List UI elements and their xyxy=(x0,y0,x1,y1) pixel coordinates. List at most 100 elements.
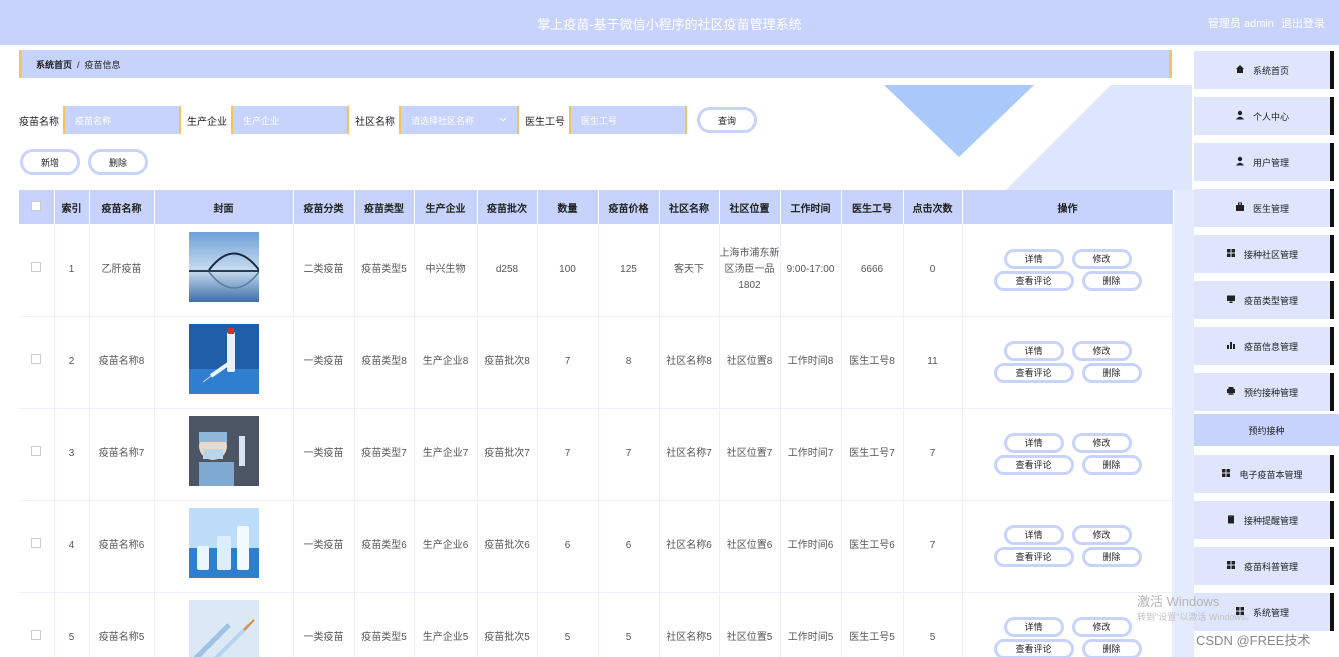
cell-doctor: 医生工号5 xyxy=(841,592,904,657)
breadcrumb-current: 疫苗信息 xyxy=(84,60,121,70)
cell-qty: 100 xyxy=(537,224,599,317)
sidebar-item-6[interactable]: 疫苗信息管理 xyxy=(1194,327,1334,365)
sidebar-item-2[interactable]: 用户管理 xyxy=(1194,143,1334,181)
row-checkbox[interactable] xyxy=(31,261,42,272)
breadcrumb-home[interactable]: 系统首页 xyxy=(36,60,72,70)
sidebar-subitem-appointment[interactable]: 预约接种 xyxy=(1194,414,1339,446)
detail-button[interactable]: 详情 xyxy=(1003,433,1064,453)
community-label: 社区名称 xyxy=(355,116,395,128)
cell-clicks: 11 xyxy=(903,316,963,409)
top-header: 掌上疫苗-基于微信小程序的社区疫苗管理系统 管理员 admin 退出登录 xyxy=(0,0,1339,45)
row-select-cell xyxy=(19,408,55,501)
cell-company: 生产企业8 xyxy=(414,316,478,409)
sidebar-item-label: 接种社区管理 xyxy=(1243,249,1298,260)
sidebar-item-4[interactable]: 接种社区管理 xyxy=(1194,235,1334,273)
row-checkbox[interactable] xyxy=(31,538,42,548)
sidebar-item-1[interactable]: 个人中心 xyxy=(1194,97,1334,135)
sidebar-item-0[interactable]: 系统首页 xyxy=(1194,51,1334,89)
cell-worktime: 工作时间6 xyxy=(780,500,842,593)
detail-button[interactable]: 详情 xyxy=(1003,525,1064,545)
detail-button[interactable]: 详情 xyxy=(1003,341,1064,361)
operations-cell: 详情 修改 查看评论 删除 xyxy=(962,316,1174,409)
column-header: 操作 xyxy=(962,190,1174,224)
cell-category: 一类疫苗 xyxy=(293,316,355,409)
breadcrumb-separator: / xyxy=(77,60,80,70)
detail-button[interactable]: 详情 xyxy=(1003,617,1064,637)
add-button[interactable]: 新增 xyxy=(20,149,80,175)
delete-selected-button[interactable]: 删除 xyxy=(88,149,148,175)
action-bar: 新增 删除 xyxy=(20,149,148,175)
view-comments-button[interactable]: 查看评论 xyxy=(993,547,1074,567)
delete-row-button[interactable]: 删除 xyxy=(1081,455,1142,475)
cell-company: 生产企业7 xyxy=(414,408,478,501)
column-header: 社区位置 xyxy=(719,190,781,224)
sidebar-item-label: 疫苗科普管理 xyxy=(1243,561,1298,572)
cell-location: 社区位置5 xyxy=(719,592,781,657)
cell-community: 社区名称7 xyxy=(659,408,720,501)
cell-clicks: 0 xyxy=(903,224,963,317)
edit-button[interactable]: 修改 xyxy=(1071,433,1132,453)
delete-row-button[interactable]: 删除 xyxy=(1081,547,1142,567)
column-header: 疫苗名称 xyxy=(89,190,155,224)
edit-button[interactable]: 修改 xyxy=(1071,248,1132,269)
grid-icon xyxy=(1226,248,1244,260)
vaccine-name-input[interactable]: 疫苗名称 xyxy=(63,106,181,134)
vaccine-cover-image xyxy=(188,508,259,581)
operations-cell: 详情 修改 查看评论 删除 xyxy=(962,500,1174,593)
cell-doctor: 医生工号6 xyxy=(841,500,904,593)
row-checkbox[interactable] xyxy=(31,630,42,640)
company-input[interactable]: 生产企业 xyxy=(231,106,349,134)
sidebar-item-10[interactable]: 疫苗科普管理 xyxy=(1194,547,1334,585)
row-checkbox[interactable] xyxy=(31,354,42,364)
column-header: 生产企业 xyxy=(414,190,478,224)
current-user: 管理员 admin xyxy=(1207,18,1274,30)
user-info: 管理员 admin 退出登录 xyxy=(1204,15,1325,31)
view-comments-button[interactable]: 查看评论 xyxy=(993,455,1074,475)
app-title: 掌上疫苗-基于微信小程序的社区疫苗管理系统 xyxy=(537,17,802,32)
search-bar: 疫苗名称 疫苗名称 生产企业 生产企业 社区名称 请选择社区名称 医生工号 医生… xyxy=(19,106,757,134)
query-button[interactable]: 查询 xyxy=(697,107,757,133)
delete-row-button[interactable]: 删除 xyxy=(1081,270,1142,291)
cell-category: 一类疫苗 xyxy=(293,408,355,501)
detail-button[interactable]: 详情 xyxy=(1003,248,1064,269)
select-all-checkbox[interactable] xyxy=(31,200,42,211)
edit-button[interactable]: 修改 xyxy=(1071,525,1132,545)
delete-row-button[interactable]: 删除 xyxy=(1081,363,1142,383)
csdn-watermark: CSDN @FREE技术 xyxy=(1196,633,1311,648)
sidebar-item-label: 电子疫苗本管理 xyxy=(1239,469,1303,480)
row-checkbox[interactable] xyxy=(31,446,42,456)
user-icon xyxy=(1235,156,1253,168)
cell-name: 疫苗名称5 xyxy=(89,592,155,657)
doctor-id-input[interactable]: 医生工号 xyxy=(569,106,687,134)
sidebar-item-5[interactable]: 疫苗类型管理 xyxy=(1194,281,1334,319)
decorative-triangle xyxy=(884,85,1034,157)
cell-doctor: 医生工号7 xyxy=(841,408,904,501)
view-comments-button[interactable]: 查看评论 xyxy=(993,270,1074,291)
edit-button[interactable]: 修改 xyxy=(1071,617,1132,637)
delete-row-button[interactable]: 删除 xyxy=(1081,639,1142,657)
sidebar-menu: 系统首页个人中心用户管理医生管理接种社区管理疫苗类型管理 疫苗信息管理预约接种管理… xyxy=(1194,48,1339,657)
community-select[interactable]: 请选择社区名称 xyxy=(399,106,519,134)
sidebar-item-3[interactable]: 医生管理 xyxy=(1194,189,1334,227)
view-comments-button[interactable]: 查看评论 xyxy=(993,363,1074,383)
breadcrumb: 系统首页 / 疫苗信息 xyxy=(19,50,1172,78)
cell-doctor: 医生工号8 xyxy=(841,316,904,409)
cover-cell xyxy=(154,500,294,593)
sidebar-item-7[interactable]: 预约接种管理 xyxy=(1194,373,1334,411)
logout-link[interactable]: 退出登录 xyxy=(1281,18,1325,30)
column-header: 点击次数 xyxy=(903,190,963,224)
edit-button[interactable]: 修改 xyxy=(1071,341,1132,361)
cell-community: 社区名称6 xyxy=(659,500,720,593)
column-header: 疫苗分类 xyxy=(293,190,355,224)
printer-icon xyxy=(1226,386,1244,398)
monitor-icon xyxy=(1226,294,1244,306)
column-header: 社区名称 xyxy=(659,190,720,224)
cell-category: 一类疫苗 xyxy=(293,500,355,593)
view-comments-button[interactable]: 查看评论 xyxy=(993,639,1074,657)
sidebar-item-8[interactable]: 电子疫苗本管理 xyxy=(1194,455,1334,493)
sidebar-item-9[interactable]: 接种提醒管理 xyxy=(1194,501,1334,539)
cell-price: 125 xyxy=(598,224,660,317)
operations-cell: 详情 修改 查看评论 删除 xyxy=(962,408,1174,501)
cell-batch: d258 xyxy=(477,224,538,317)
sidebar-item-label: 预约接种管理 xyxy=(1243,387,1298,398)
